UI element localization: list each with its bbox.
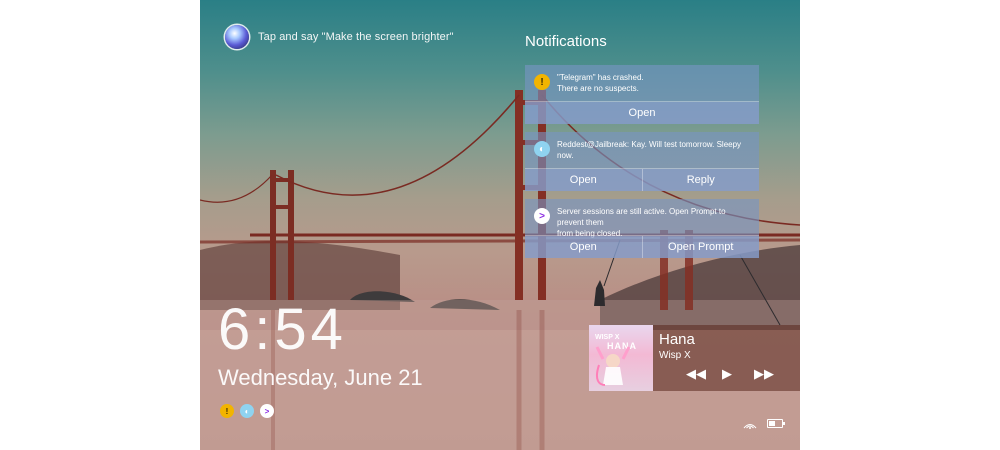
open-button[interactable]: Open xyxy=(525,169,642,191)
open-button[interactable]: Open xyxy=(525,236,642,258)
play-icon[interactable]: ▶ xyxy=(722,366,732,382)
voice-assistant[interactable]: Tap and say "Make the screen brighter" xyxy=(225,25,454,49)
open-prompt-button[interactable]: Open Prompt xyxy=(641,236,759,258)
warning-icon[interactable]: ! xyxy=(220,404,234,418)
reddest-icon[interactable]: ◐ xyxy=(240,404,254,418)
open-button[interactable]: Open xyxy=(525,102,759,124)
previous-track-icon[interactable]: ◀◀ xyxy=(686,366,706,382)
assistant-orb-icon[interactable] xyxy=(225,25,249,49)
wifi-icon xyxy=(743,424,757,429)
assistant-hint: Tap and say "Make the screen brighter" xyxy=(258,31,454,43)
lock-date: Wednesday, June 21 xyxy=(218,365,423,390)
song-artist: Wisp X xyxy=(659,350,691,361)
music-player[interactable]: WISP X HANA Hana Wisp X ◀◀ ▶ ▶▶ xyxy=(589,325,800,391)
lock-screen: Tap and say "Make the screen brighter" N… xyxy=(200,0,800,450)
notification-message: "Telegram" has crashed. xyxy=(557,73,644,82)
notification-card[interactable]: ◐ Reddest@Jailbreak: Kay. Will test tomo… xyxy=(525,132,759,191)
warning-icon: ! xyxy=(534,74,550,90)
notification-card[interactable]: > Server sessions are still active. Open… xyxy=(525,199,759,258)
prompt-icon[interactable]: > xyxy=(260,404,274,418)
reply-button[interactable]: Reply xyxy=(641,169,759,191)
notification-message: Reddest@Jailbreak: Kay. Will test tomorr… xyxy=(557,140,742,160)
notifications-title: Notifications xyxy=(525,33,607,50)
next-track-icon[interactable]: ▶▶ xyxy=(754,366,774,382)
notification-message: There are no suspects. xyxy=(557,84,639,93)
battery-icon xyxy=(767,419,785,428)
reddest-icon: ◐ xyxy=(534,141,550,157)
prompt-icon: > xyxy=(534,208,550,224)
notification-card[interactable]: ! "Telegram" has crashed. There are no s… xyxy=(525,65,759,124)
lock-clock: 6:54 xyxy=(218,297,347,362)
song-title: Hana xyxy=(659,331,695,348)
notification-message: Server sessions are still active. Open P… xyxy=(557,207,726,227)
album-art: WISP X HANA xyxy=(589,325,653,391)
